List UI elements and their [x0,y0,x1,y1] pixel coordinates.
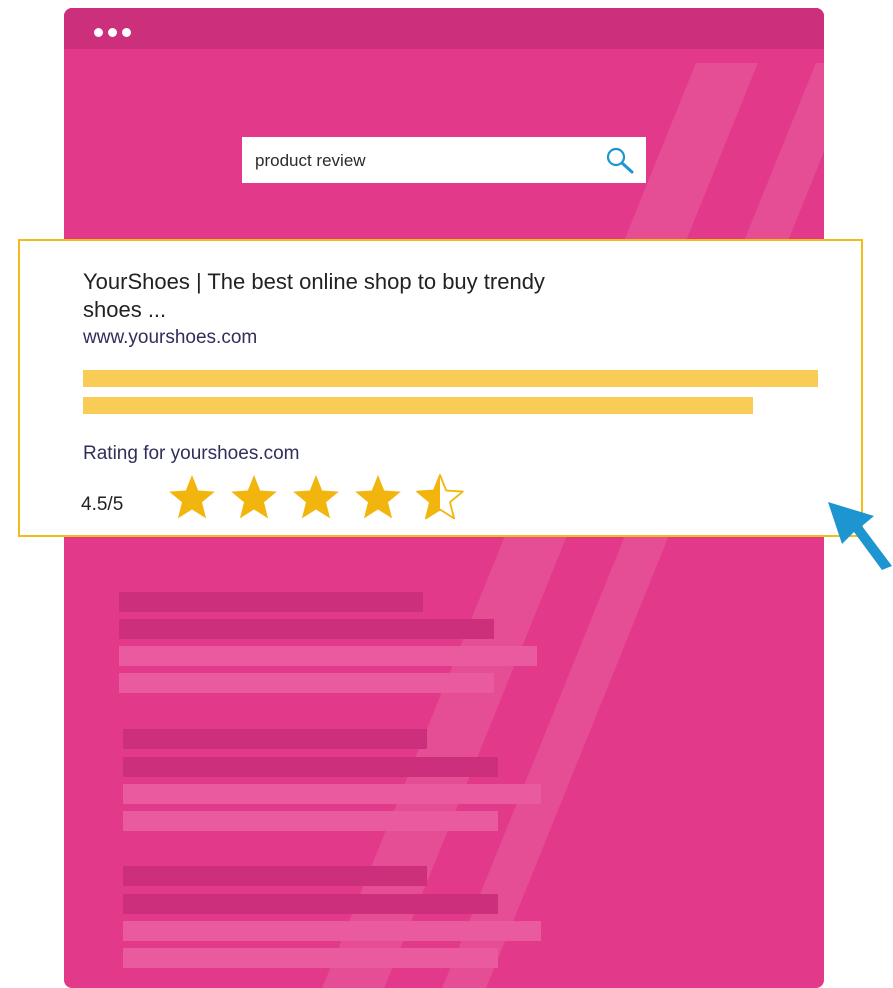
browser-titlebar [64,8,824,49]
placeholder-text-line [123,757,498,777]
search-icon[interactable] [605,146,635,181]
star-full-icon [231,475,277,519]
search-input[interactable]: product review [255,151,366,171]
result-snippet-line [83,370,818,387]
placeholder-text-line [119,592,423,612]
placeholder-text-line [123,921,541,941]
three-dots-icon[interactable] [94,28,131,37]
search-result-card[interactable]: YourShoes | The best online shop to buy … [18,239,863,537]
placeholder-text-line [123,894,498,914]
arrow-cursor-icon [828,502,892,570]
star-rating [169,474,464,520]
rating-value: 4.5/5 [81,494,124,515]
placeholder-text-line [119,619,494,639]
result-snippet-line [83,397,753,414]
rating-label: Rating for yourshoes.com [83,443,300,464]
placeholder-text-line [123,729,427,749]
result-title[interactable]: YourShoes | The best online shop to buy … [83,268,553,324]
star-full-icon [293,475,339,519]
star-full-icon [355,475,401,519]
search-bar[interactable]: product review [242,137,646,183]
star-half-icon [416,474,464,520]
result-url[interactable]: www.yourshoes.com [83,327,257,349]
placeholder-text-line [123,811,498,831]
placeholder-text-line [123,866,427,886]
placeholder-text-line [119,673,494,693]
placeholder-text-line [119,646,537,666]
placeholder-text-line [123,948,498,968]
placeholder-text-line [123,784,541,804]
star-full-icon [169,475,215,519]
